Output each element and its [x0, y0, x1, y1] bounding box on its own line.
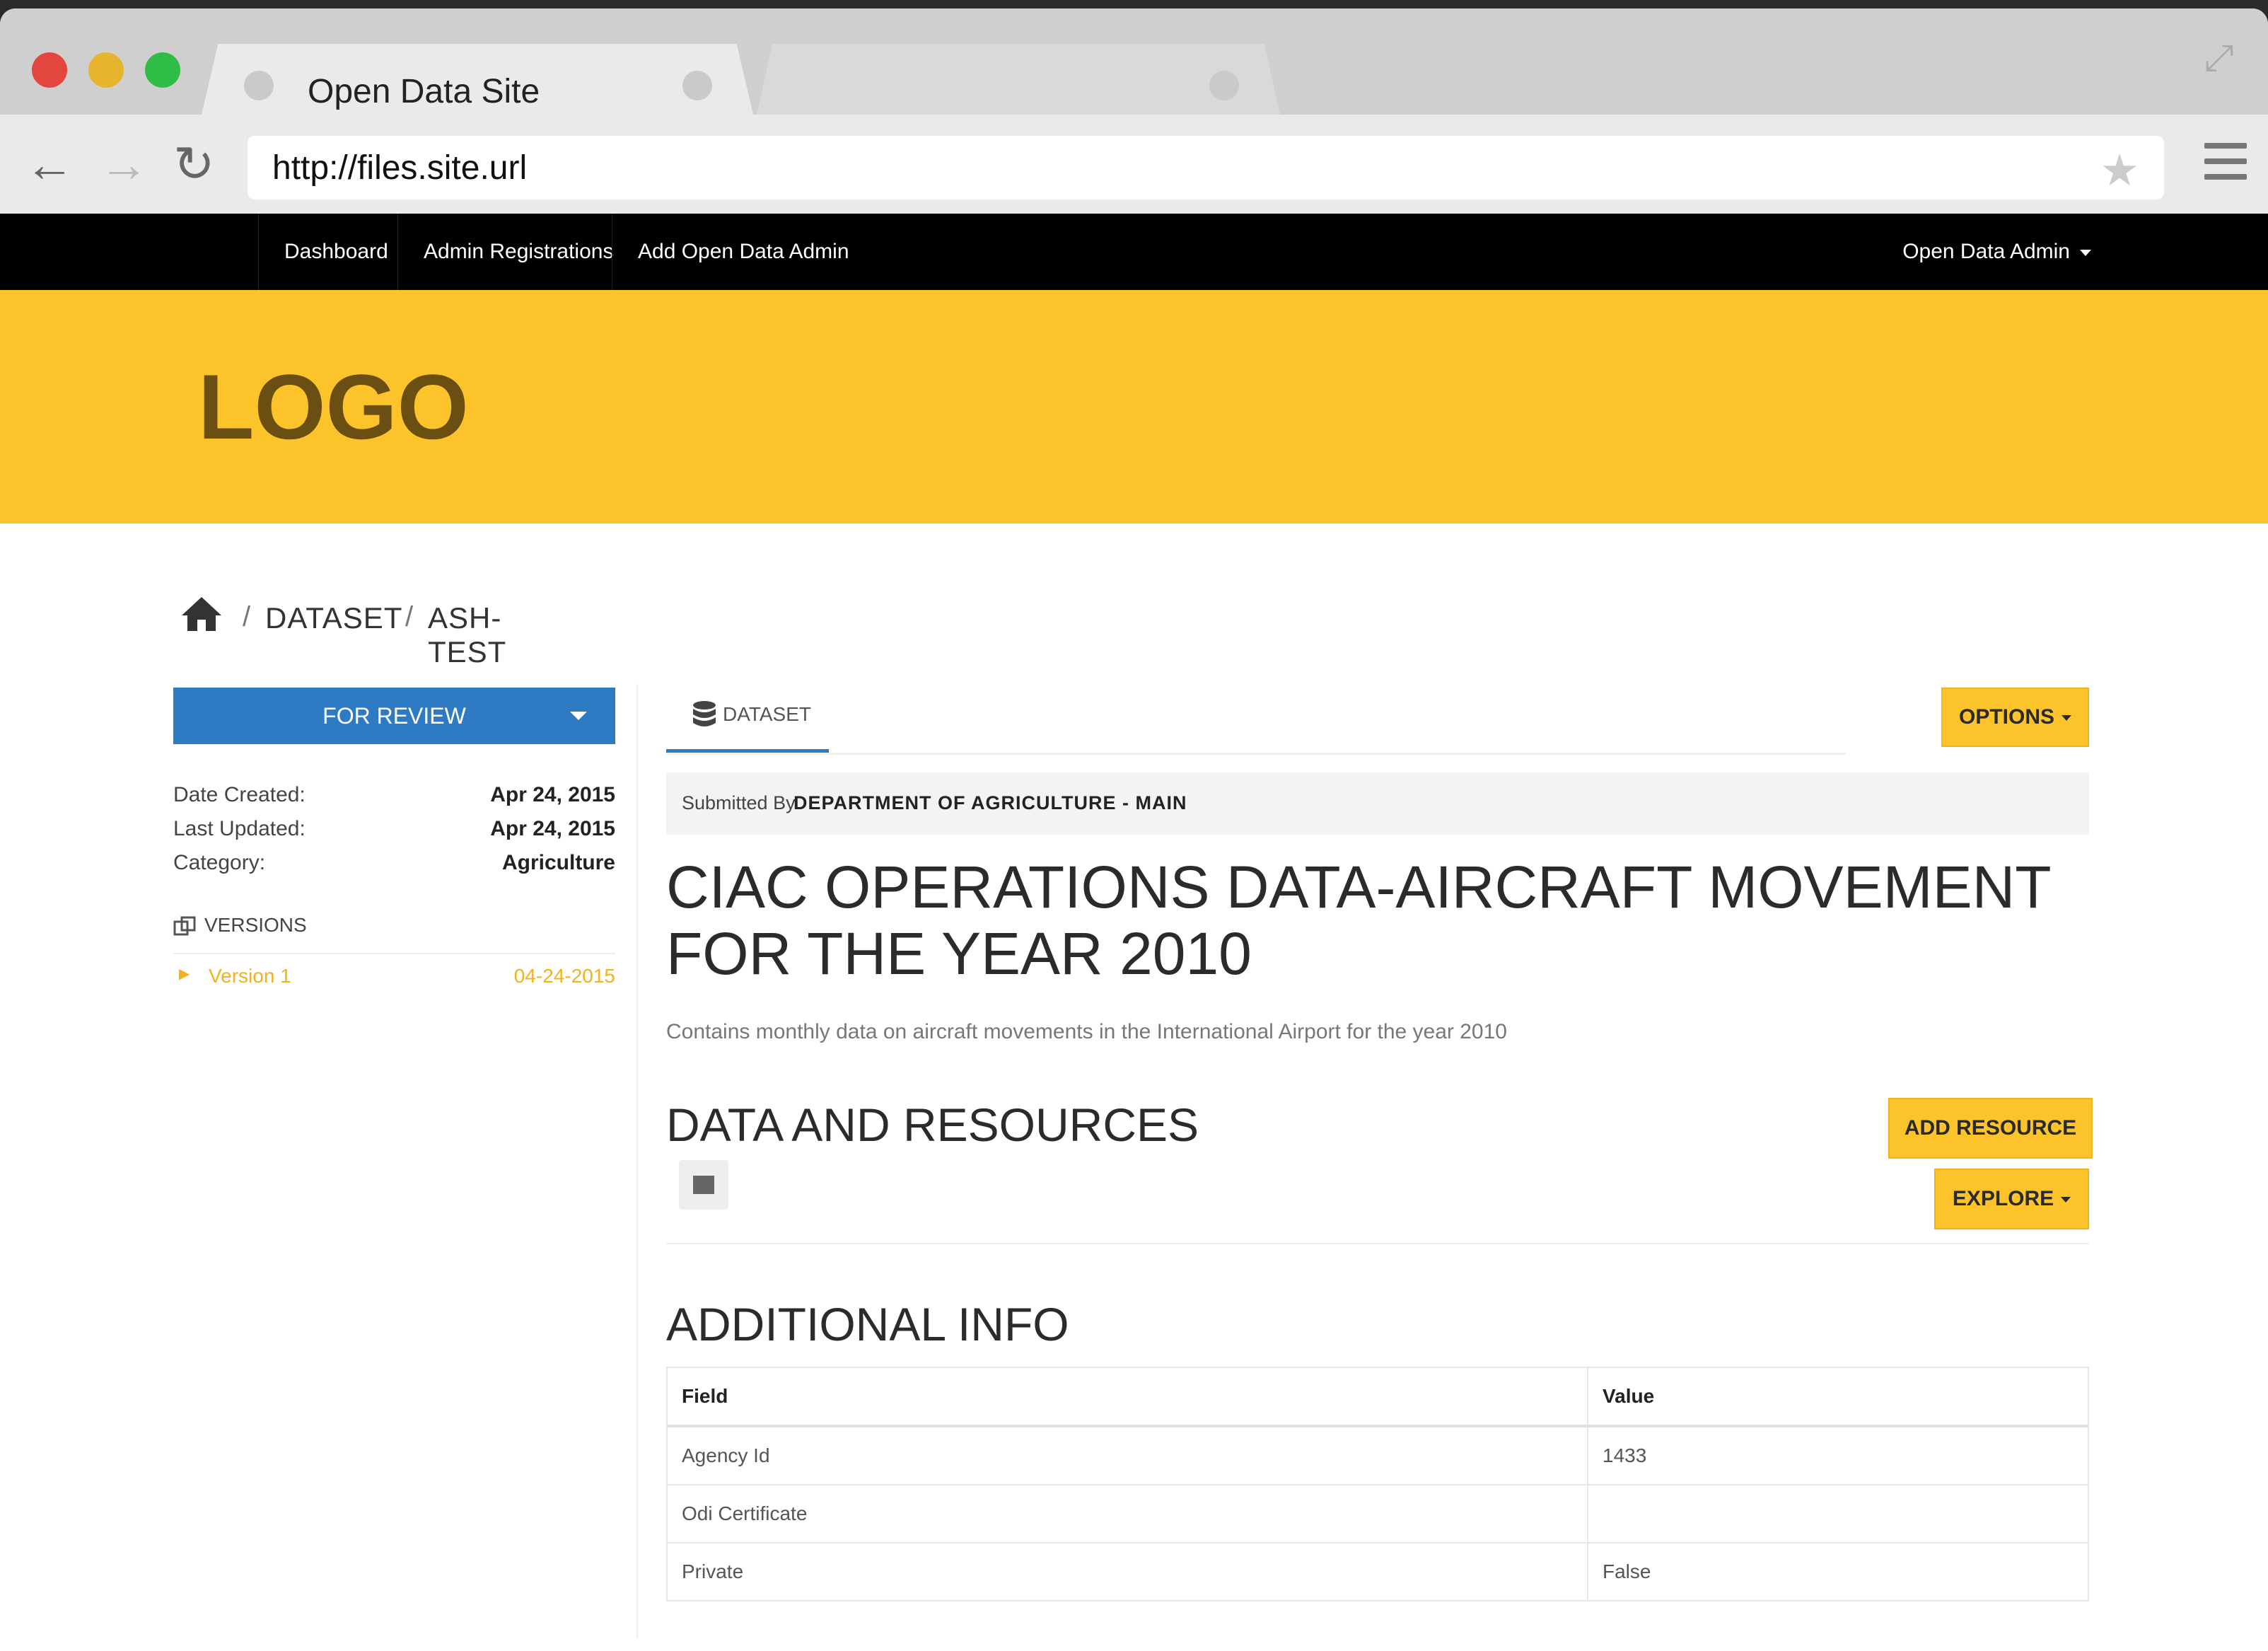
- site-logo[interactable]: LOGO: [198, 354, 469, 460]
- caret-right-icon: ▶: [179, 966, 190, 982]
- minimize-window-button[interactable]: [88, 52, 124, 88]
- favicon-icon: [244, 71, 274, 100]
- for-review-label: FOR REVIEW: [322, 703, 466, 729]
- caret-down-icon: [2061, 1197, 2071, 1203]
- browser-tab-active[interactable]: Open Data Site: [202, 44, 753, 115]
- browser-toolbar: ← → ↻ http://files.site.url ★: [0, 115, 2268, 214]
- database-icon: [693, 701, 716, 726]
- breadcrumb-dataset[interactable]: DATASET: [265, 601, 402, 635]
- meta-last-updated: Last Updated: Apr 24, 2015: [173, 817, 615, 840]
- caret-down-icon: [2061, 715, 2071, 722]
- version-date: 04-24-2015: [513, 965, 615, 987]
- forward-arrow-icon[interactable]: →: [99, 136, 149, 192]
- hamburger-menu-icon[interactable]: [2204, 143, 2247, 190]
- column-header-value: Value: [1587, 1367, 2089, 1427]
- browser-tab-bar: Open Data Site ⤢: [0, 8, 2268, 115]
- table-cell: Agency Id: [666, 1425, 1588, 1485]
- caret-down-icon: [2080, 249, 2091, 256]
- nav-dashboard[interactable]: Dashboard: [258, 214, 414, 290]
- nav-admin-registrations[interactable]: Admin Registrations: [397, 214, 639, 290]
- options-button[interactable]: OPTIONS: [1941, 688, 2089, 747]
- column-divider: [636, 684, 638, 1639]
- address-bar[interactable]: http://files.site.url ★: [248, 136, 2164, 199]
- maximize-window-button[interactable]: [145, 52, 180, 88]
- meta-date-created: Date Created: Apr 24, 2015: [173, 783, 615, 806]
- table-row: Private False: [666, 1542, 2089, 1601]
- versions-icon: [173, 916, 196, 936]
- tab-divider: [666, 753, 1846, 755]
- web-page: Dashboard Admin Registrations Add Open D…: [0, 214, 2268, 1651]
- tab-close-icon[interactable]: [682, 71, 712, 100]
- breadcrumb-separator: /: [405, 601, 414, 632]
- meta-category: Category: Agriculture: [173, 851, 615, 874]
- submitted-by-label: Submitted By: [682, 792, 796, 813]
- browser-tab-new[interactable]: [757, 44, 1280, 115]
- version-name: Version 1: [209, 965, 291, 987]
- user-menu-label: Open Data Admin: [1902, 240, 2070, 263]
- divider: [666, 1243, 2089, 1244]
- table-cell: False: [1587, 1542, 2089, 1601]
- for-review-button[interactable]: FOR REVIEW: [173, 688, 615, 744]
- additional-info-heading: ADDITIONAL INFO: [666, 1298, 1069, 1350]
- top-navigation: Dashboard Admin Registrations Add Open D…: [0, 214, 2268, 290]
- nav-add-open-data-admin[interactable]: Add Open Data Admin: [612, 214, 875, 290]
- table-cell: Private: [666, 1542, 1588, 1601]
- table-cell: Odi Certificate: [666, 1484, 1588, 1543]
- dataset-description: Contains monthly data on aircraft moveme…: [666, 1020, 1507, 1043]
- data-resources-heading: DATA AND RESOURCES: [666, 1099, 1199, 1151]
- home-icon[interactable]: [180, 596, 223, 632]
- explore-button[interactable]: EXPLORE: [1934, 1169, 2089, 1229]
- resource-archive-icon[interactable]: [679, 1160, 728, 1210]
- close-window-button[interactable]: [32, 52, 67, 88]
- bookmark-star-icon[interactable]: ★: [2100, 144, 2139, 196]
- divider: [173, 953, 615, 954]
- add-resource-button[interactable]: ADD RESOURCE: [1888, 1098, 2093, 1159]
- back-arrow-icon[interactable]: ←: [25, 136, 74, 192]
- site-banner: LOGO: [0, 290, 2268, 523]
- url-text: http://files.site.url: [272, 149, 528, 187]
- submitted-by-bar: Submitted By DEPARTMENT OF AGRICULTURE -…: [666, 772, 2089, 835]
- version-item[interactable]: ▶ Version 1 04-24-2015: [173, 965, 615, 993]
- user-menu[interactable]: Open Data Admin: [1902, 214, 2091, 290]
- browser-window: Open Data Site ⤢ ← → ↻ http://files.site…: [0, 8, 2268, 1651]
- versions-heading: VERSIONS: [173, 914, 307, 937]
- tab-dataset[interactable]: DATASET: [666, 688, 829, 751]
- table-cell: [1587, 1484, 2089, 1543]
- additional-info-table: Field Value Agency Id 1433 Odi Certifica…: [666, 1367, 2089, 1601]
- browser-tab-title: Open Data Site: [308, 73, 540, 110]
- table-row: Odi Certificate: [666, 1484, 2089, 1543]
- submitted-by-department[interactable]: DEPARTMENT OF AGRICULTURE - MAIN: [793, 792, 1187, 814]
- table-cell: 1433: [1587, 1425, 2089, 1485]
- column-header-field: Field: [666, 1367, 1588, 1427]
- tab-close-icon[interactable]: [1209, 71, 1239, 100]
- table-header-row: Field Value: [666, 1367, 2089, 1427]
- caret-down-icon: [570, 712, 587, 720]
- breadcrumb-separator: /: [243, 601, 251, 632]
- fullscreen-icon[interactable]: ⤢: [2204, 37, 2247, 79]
- dataset-title: CIAC OPERATIONS DATA-AIRCRAFT MOVEMENT F…: [666, 854, 2051, 987]
- reload-icon[interactable]: ↻: [173, 136, 215, 192]
- breadcrumb-ash-test[interactable]: ASH-TEST: [428, 601, 506, 669]
- table-row: Agency Id 1433: [666, 1425, 2089, 1485]
